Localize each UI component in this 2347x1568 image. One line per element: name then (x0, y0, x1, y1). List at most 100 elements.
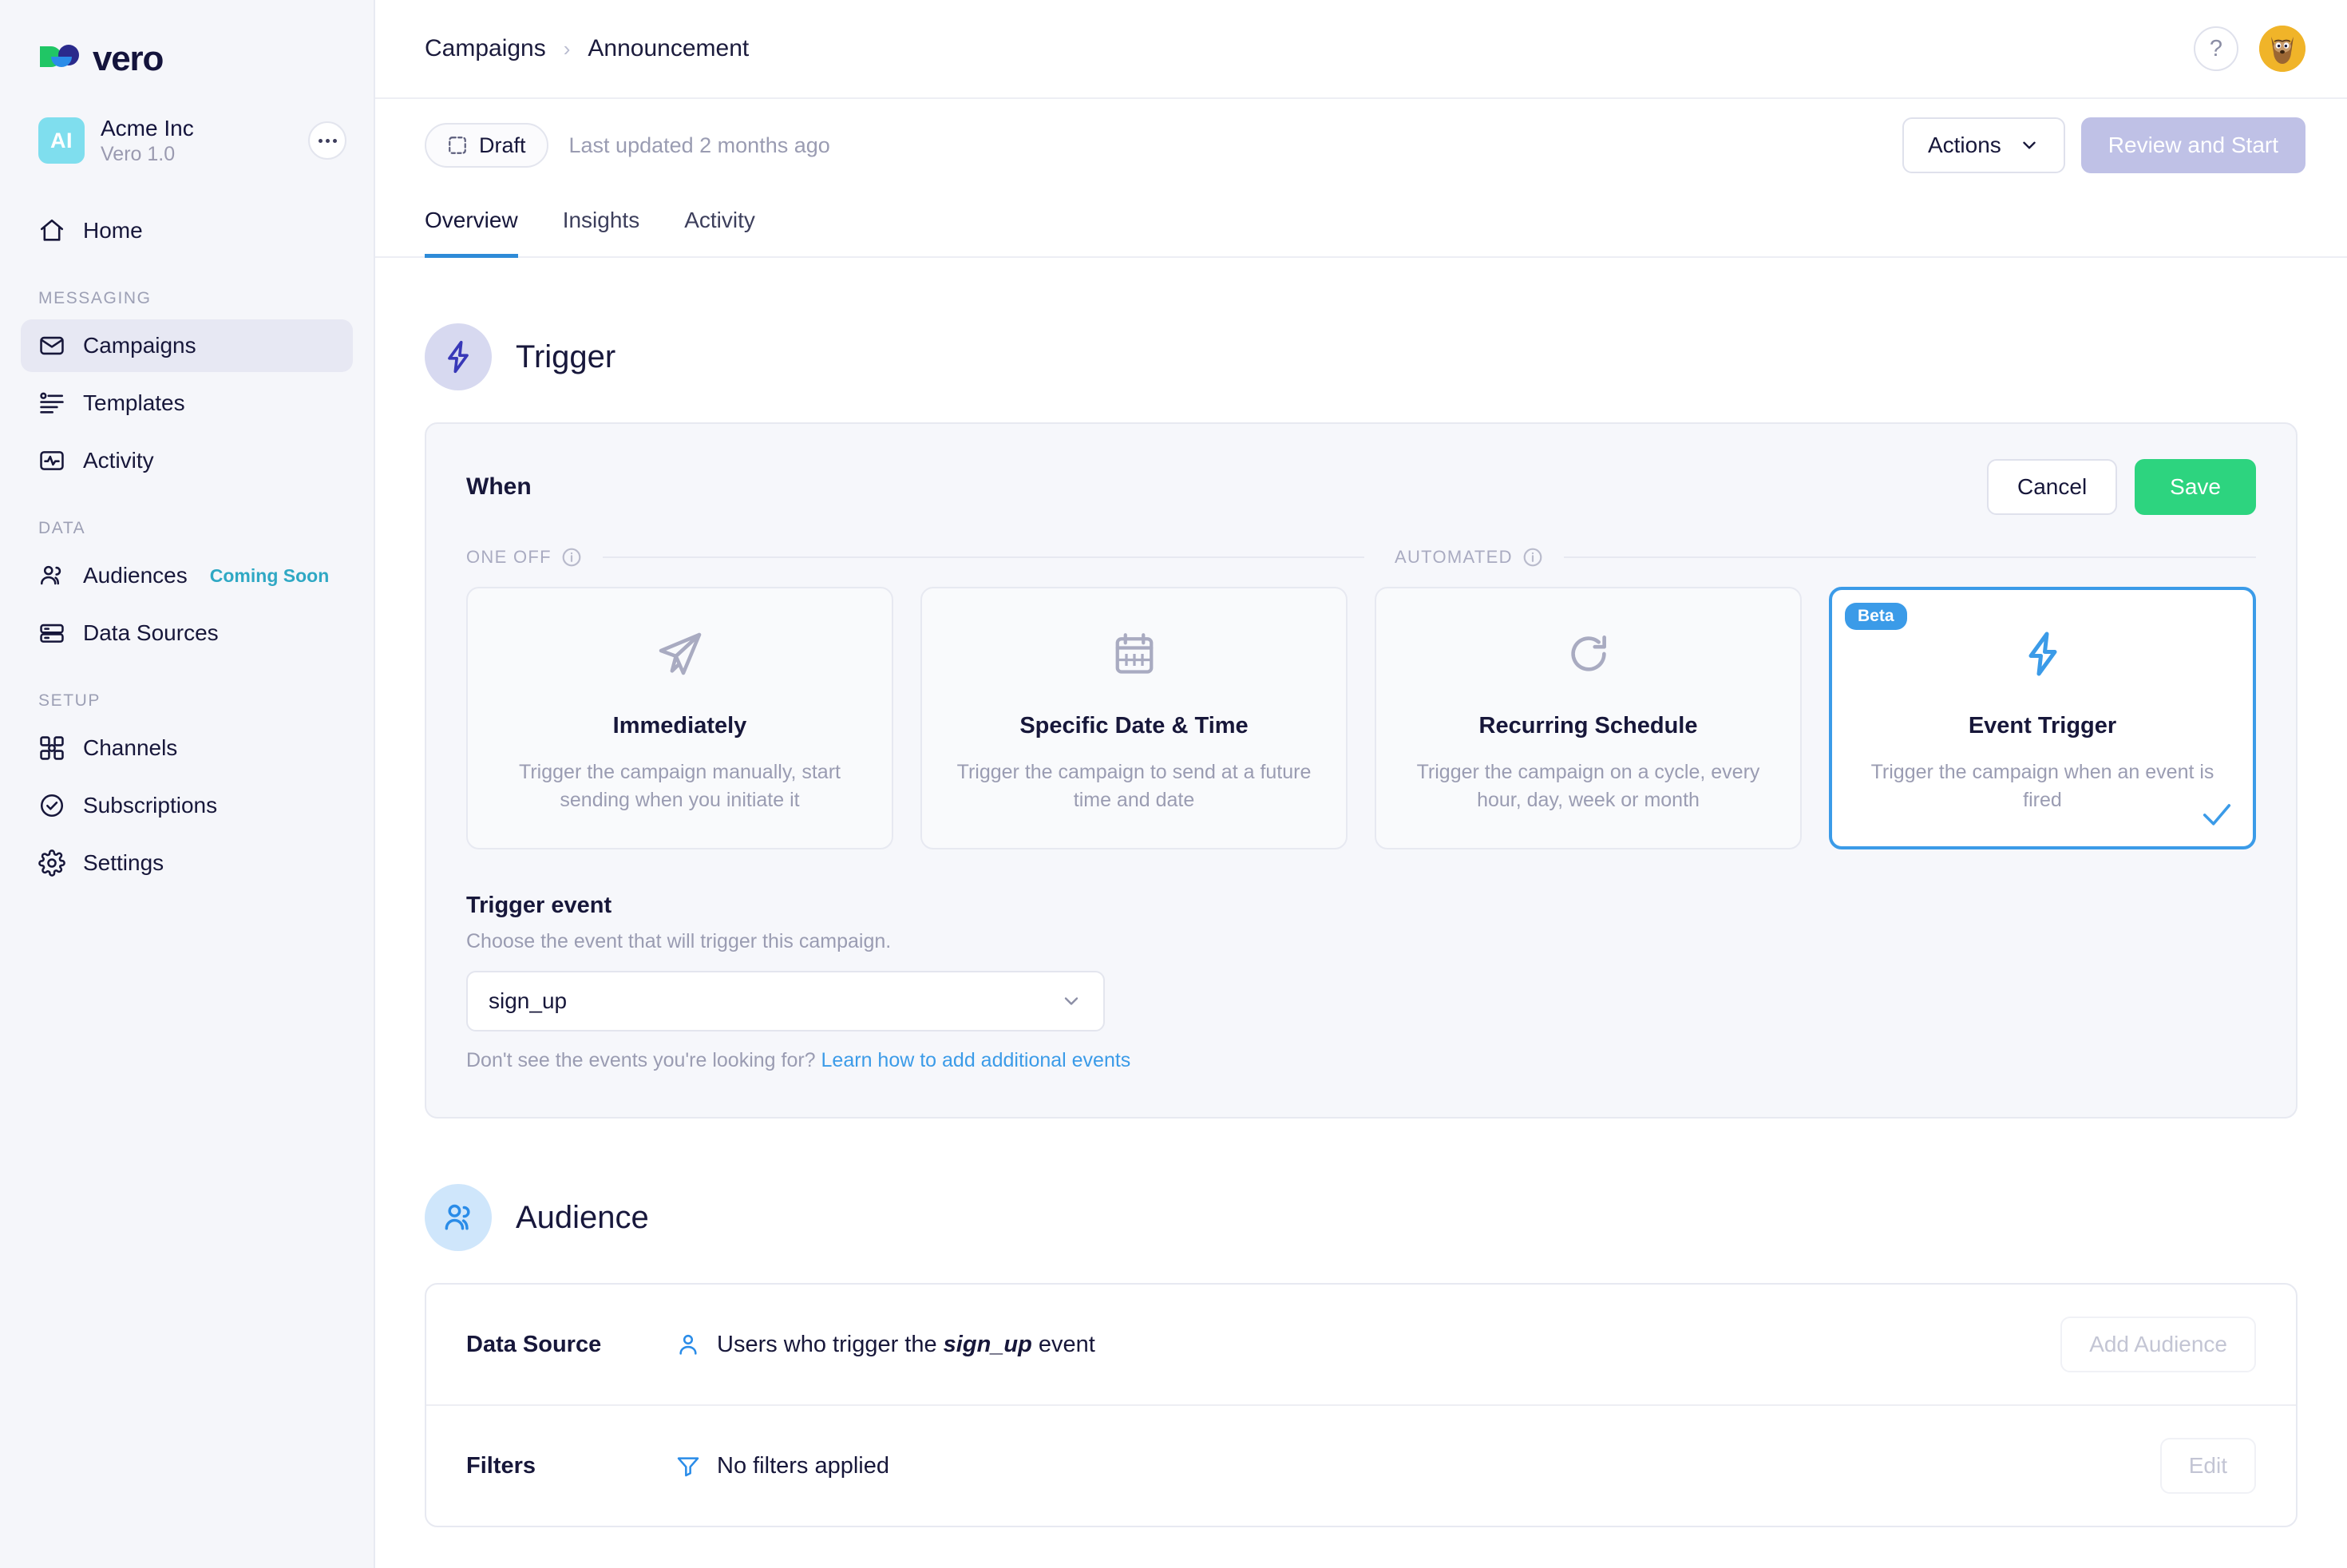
chevron-down-icon (1064, 997, 1079, 1005)
ellipsis-icon[interactable] (308, 121, 346, 160)
account-name: Acme Inc (101, 115, 194, 141)
sidebar-item-label: Channels (83, 735, 178, 760)
activity-icon (40, 451, 64, 470)
account-switcher[interactable]: AI Acme Inc Vero 1.0 (21, 97, 353, 184)
breadcrumb: Campaigns › Announcement (425, 35, 2194, 62)
app-root: vero AI Acme Inc Vero 1.0 Home MESSAGING (0, 0, 2347, 1568)
trigger-option-desc: Trigger the campaign to send at a future… (956, 761, 1312, 811)
breadcrumb-campaigns[interactable]: Campaigns (425, 35, 546, 62)
avatar[interactable] (2259, 26, 2305, 72)
home-icon (40, 219, 64, 241)
trigger-event-field: Trigger event Choose the event that will… (466, 893, 2256, 1072)
trigger-event-hint: Choose the event that will trigger this … (466, 930, 892, 952)
sidebar-item-channels[interactable]: Channels (21, 722, 353, 774)
sidebar-item-subscriptions[interactable]: Subscriptions (21, 779, 353, 832)
status-badge[interactable]: Draft (425, 123, 548, 168)
trigger-option-title: Recurring Schedule (1478, 713, 1698, 738)
cancel-button[interactable]: Cancel (1987, 459, 2118, 515)
paper-plane-icon (655, 624, 706, 684)
trigger-option-title: Event Trigger (1968, 713, 2117, 738)
sidebar-nav: Home MESSAGING Campaigns Templates Activ… (21, 204, 353, 889)
lightning-bolt-icon (2019, 624, 2067, 684)
filters-value: No filters applied (675, 1453, 2160, 1479)
trigger-option-title: Immediately (612, 713, 747, 738)
audience-panel: Data Source Users who trigger the sign_u… (425, 1283, 2298, 1527)
beta-badge: Beta (1845, 603, 1907, 630)
sidebar-item-settings[interactable]: Settings (21, 837, 353, 889)
sidebar-item-activity[interactable]: Activity (21, 434, 353, 487)
edit-filters-button[interactable]: Edit (2159, 1438, 2256, 1494)
topbar-actions: ? (2194, 26, 2305, 72)
breadcrumb-current: Announcement (588, 35, 750, 61)
trigger-group-labels: ONE OFF AUTOMATED (466, 547, 2256, 568)
divider (602, 556, 1364, 558)
chevron-down-icon (2023, 141, 2036, 149)
account-avatar: AI (38, 117, 85, 164)
data-source-value: Users who trigger the sign_up event (675, 1332, 2060, 1358)
actions-button[interactable]: Actions (1902, 117, 2065, 173)
status-area: Draft Last updated 2 months ago (425, 123, 1902, 168)
review-and-start-button[interactable]: Review and Start (2080, 117, 2305, 173)
group-one-off: ONE OFF (466, 547, 1364, 568)
sidebar-item-campaigns[interactable]: Campaigns (21, 319, 353, 372)
trigger-option-specific-date-time[interactable]: Specific Date & Time Trigger the campaig… (920, 587, 1348, 849)
audience-row-filters: Filters No filters applied Edit (426, 1406, 2296, 1526)
sidebar-item-home[interactable]: Home (21, 204, 353, 257)
content-area: Trigger When Cancel Save ONE OFF AUTOMAT… (375, 258, 2347, 1527)
group-automated-label: AUTOMATED (1395, 547, 1513, 567)
divider (1563, 556, 2256, 558)
trigger-section-header: Trigger (425, 258, 2298, 422)
chevron-right-icon: › (563, 36, 571, 61)
info-icon[interactable] (561, 547, 582, 568)
actionbar: Draft Last updated 2 months ago Actions … (375, 99, 2347, 192)
trigger-options: Immediately Trigger the campaign manuall… (466, 587, 2256, 849)
account-text: Acme Inc Vero 1.0 (101, 114, 292, 167)
audience-section-header: Audience (425, 1119, 2298, 1283)
account-plan: Vero 1.0 (101, 142, 176, 165)
channels-icon (40, 736, 64, 760)
info-icon[interactable] (1522, 547, 1543, 568)
add-audience-button[interactable]: Add Audience (2060, 1317, 2256, 1372)
sidebar-item-label: Subscriptions (83, 793, 218, 818)
tab-insights[interactable]: Insights (563, 193, 640, 258)
lightning-bolt-icon (425, 323, 492, 390)
gear-icon (38, 849, 65, 877)
sidebar: vero AI Acme Inc Vero 1.0 Home MESSAGING (0, 0, 375, 1568)
trigger-event-footnote: Don't see the events you're looking for?… (466, 1049, 2256, 1072)
tabs: Overview Insights Activity (375, 192, 2347, 258)
sidebar-section-setup: SETUP (38, 691, 101, 710)
learn-more-link[interactable]: Learn how to add additional events (821, 1049, 1131, 1071)
sidebar-item-label: Campaigns (83, 333, 196, 358)
trigger-option-title: Specific Date & Time (1019, 713, 1249, 738)
filters-label: Filters (466, 1452, 536, 1479)
database-icon (40, 624, 64, 643)
trigger-option-event-trigger[interactable]: Beta Event Trigger Trigger the campaign … (1829, 587, 2256, 849)
group-automated: AUTOMATED (1364, 547, 2256, 568)
filters-text: No filters applied (717, 1452, 889, 1479)
trigger-option-desc: Trigger the campaign on a cycle, every h… (1416, 761, 1760, 811)
sidebar-item-templates[interactable]: Templates (21, 377, 353, 430)
calendar-icon (1110, 624, 1158, 684)
template-icon (40, 392, 64, 414)
sidebar-item-audiences[interactable]: Audiences Coming Soon (21, 549, 353, 602)
trigger-option-recurring-schedule[interactable]: Recurring Schedule Trigger the campaign … (1375, 587, 1802, 849)
sidebar-item-data-sources[interactable]: Data Sources (21, 607, 353, 659)
sidebar-item-label: Templates (83, 390, 185, 415)
check-circle-icon (40, 794, 64, 818)
footnote-text: Don't see the events you're looking for? (466, 1049, 821, 1071)
status-label: Draft (479, 133, 526, 157)
data-source-label: Data Source (466, 1331, 602, 1357)
brand-logo-area[interactable]: vero (21, 0, 353, 89)
dashed-square-icon (449, 137, 466, 154)
vero-logo-icon (38, 43, 81, 75)
save-button[interactable]: Save (2135, 459, 2256, 515)
tab-activity[interactable]: Activity (684, 193, 755, 258)
question-mark-icon[interactable]: ? (2194, 26, 2238, 71)
trigger-event-select[interactable]: sign_up (466, 971, 1105, 1031)
filter-icon (677, 1457, 699, 1477)
tab-overview[interactable]: Overview (425, 193, 518, 258)
trigger-option-immediately[interactable]: Immediately Trigger the campaign manuall… (466, 587, 893, 849)
actions-button-label: Actions (1927, 133, 2001, 157)
last-updated-text: Last updated 2 months ago (568, 133, 830, 157)
sidebar-item-label: Settings (83, 850, 164, 875)
